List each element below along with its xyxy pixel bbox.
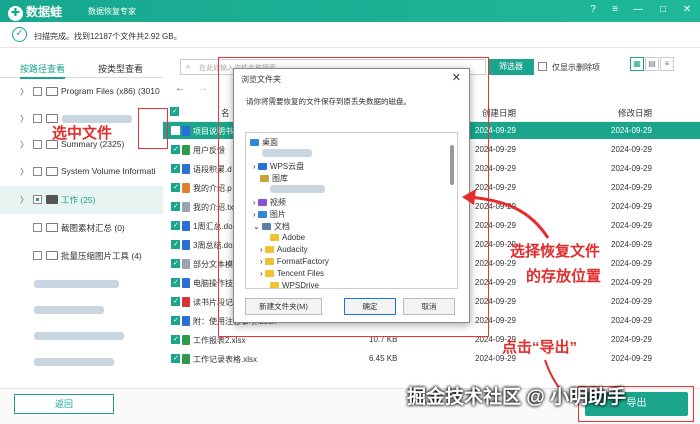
annotation-click-export: 点击“导出”	[502, 339, 578, 356]
back-button[interactable]: 返回	[14, 394, 114, 414]
arrow-to-dialog	[467, 195, 550, 239]
watermark: 掘金技术社区 @ 小明助手	[407, 387, 627, 408]
annotation-choose-location-1: 选择恢复文件	[510, 243, 601, 260]
annotation-choose-location-2: 的存放位置	[526, 268, 602, 285]
arrow-head	[462, 189, 476, 205]
annotation-arrows	[462, 189, 586, 410]
